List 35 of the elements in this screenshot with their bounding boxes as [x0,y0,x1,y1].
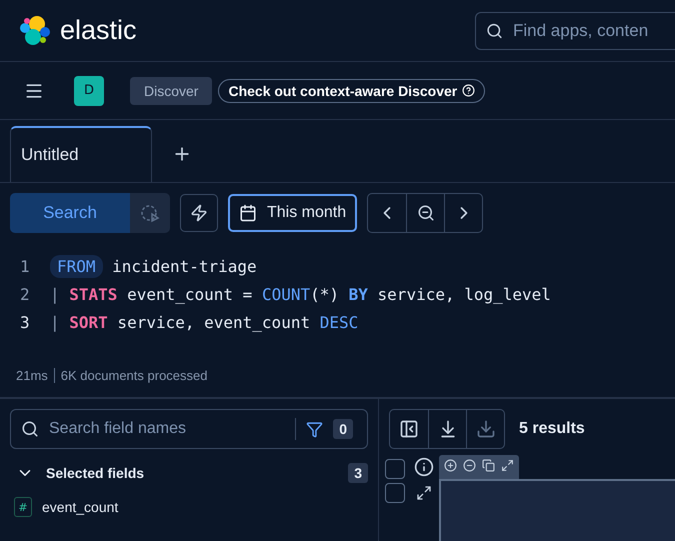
refresh-icon[interactable] [130,193,170,233]
promo-button[interactable]: Check out context-aware Discover [218,78,486,102]
number-type-icon: # [14,497,32,517]
filter-button[interactable]: 0 [295,418,359,440]
field-name[interactable]: event_count [42,499,118,515]
search-button[interactable]: Search [10,193,130,233]
breadcrumb: Discover [130,76,212,104]
field-search-field[interactable]: Search field names 0 [10,409,368,449]
space-avatar[interactable]: D [74,76,104,106]
query-duration: 21ms [16,368,48,382]
section-header[interactable]: Selected fields 3 [10,449,368,483]
copy-icon[interactable] [482,459,495,472]
calendar-icon [239,204,257,222]
query-line: | SORT service, event_count DESC [50,312,358,332]
lightning-icon[interactable] [180,194,218,232]
elastic-logo-icon [18,14,52,48]
brand-name: elastic [60,15,137,46]
line-number: 1 [20,256,31,276]
zoom-in-icon[interactable] [444,459,457,472]
date-picker-button[interactable]: This month [228,194,358,232]
line-number: 3 [20,312,31,332]
line-number: 2 [20,284,31,304]
expand-icon[interactable] [501,459,514,472]
results-count: 5 results [519,420,585,438]
global-search-field[interactable]: Find apps, conten [511,20,675,42]
documents-processed: 6K documents processed [60,368,208,382]
query-line: FROM incident-triage [50,256,257,276]
tab[interactable]: Untitled [10,126,152,182]
help-icon [462,84,476,97]
search-icon [21,420,39,438]
query-line: | STATS event_count = COUNT(*) BY service, log_level [50,284,551,304]
filter-icon [306,420,324,438]
row-checkbox[interactable] [385,483,405,503]
global-search-bar[interactable]: Find apps, conten [475,12,675,50]
select-all-checkbox[interactable] [385,459,405,479]
